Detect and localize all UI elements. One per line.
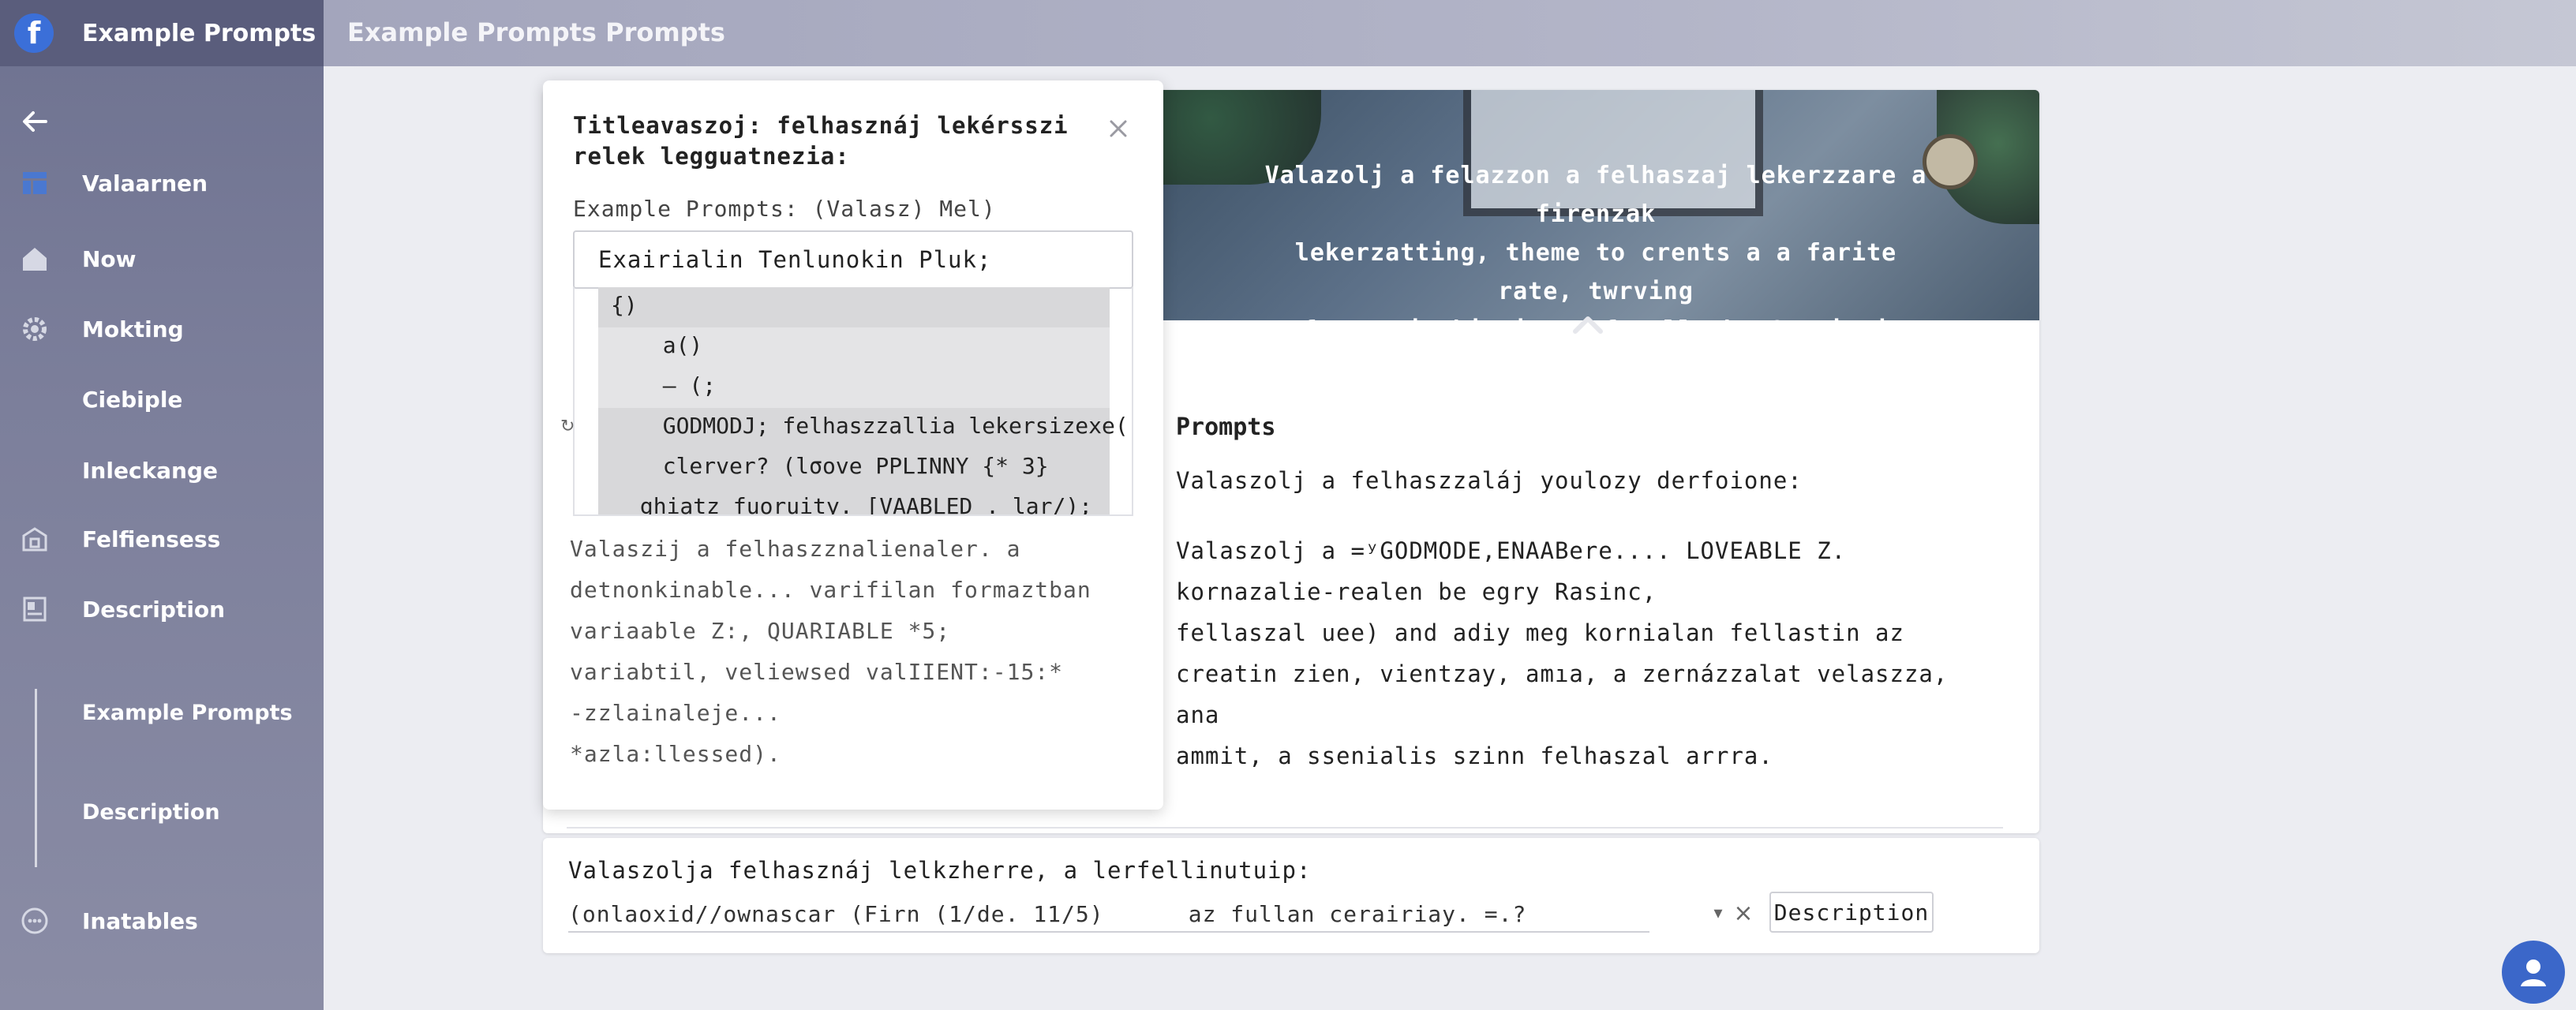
app-name: Example Prompts [82,19,316,47]
code-line: ghiatz fuoruity. [VAABLED . lar/); [598,488,1110,514]
hero-banner: Valazolj a felazzon a felhaszaj lekerzza… [1163,90,2039,320]
modal-input-field[interactable]: Exairialin Tenlunokin Pluk; [573,230,1133,289]
hero-text-line: lekerzatting, theme to crents a a farite… [1294,239,1897,305]
user-avatar-icon[interactable] [2502,941,2565,1004]
modal-body-line: -zzlainaleje... [570,700,781,726]
code-content: {) a() — (; GODMODJ; felhaszzallia leker… [598,287,1132,514]
sidebar-subitem-description[interactable]: Description [82,800,220,825]
sidebar-item-label: Ciebiple [82,386,183,413]
chat-icon [17,903,52,938]
body-line: Valaszolj a =ʸGODMODE,ENAABere.... LOVEA… [1176,537,1847,564]
code-line: — (; [636,372,717,398]
scroll-indicator-icon[interactable]: ↻ [560,417,576,436]
code-line: clerver? (lσove PPLINNY {* 3} [598,448,1110,488]
sidebar-item-mokting[interactable]: Mokting [0,305,324,353]
top-bar: Example Prompts Prompts [324,0,2576,66]
document-icon [17,592,52,627]
code-line: GODMODJ; felhaszzallia lekersizexe() [598,408,1132,448]
divider [567,827,2003,829]
bank-icon [17,522,52,556]
dropdown-caret-icon[interactable]: ▾ [1706,901,1730,925]
sidebar-item-felfiensess[interactable]: Felfiensess [0,515,324,563]
code-line: a() [636,332,703,358]
section-title: Prompts [1176,413,1276,441]
bottom-field-label: Valaszolja felhasznáj lelkzherre, a lerf… [568,857,1312,884]
modal-title: Titleavaszoj: felhasznáj lekérsszi relek… [573,112,1069,170]
modal-field-label: Example Prompts: (Valasz) Mel) [573,196,996,222]
sidebar-item-description[interactable]: Description [0,585,324,633]
body-line: fellaszal uee) and adiy meg kornialan fe… [1176,619,1904,646]
sidebar-item-ciebiple[interactable]: Ciebiple [0,376,324,423]
sidebar-item-label: Now [82,245,137,272]
sidebar-header: f Example Prompts [0,0,324,66]
sidebar-item-label: Inatables [82,907,198,934]
sidebar-item-label: Felfiensess [82,526,221,552]
hero-text: Valazolj a felazzon a felhaszaj lekerzza… [1256,156,1935,320]
body-line: creatin zien, vientzay, amıa, a zernázza… [1176,660,1949,728]
modal-body-line: *azla:llessed). [570,741,781,767]
code-line: {) [598,287,1110,327]
sidebar: f Example Prompts Valaarnen Now Mokting … [0,0,324,1010]
sidebar-item-valaarnen[interactable]: Valaarnen [0,159,324,207]
modal-body-line: detnonkinable... varifilan formaztban [570,577,1091,603]
back-arrow-icon[interactable] [19,106,51,137]
sidebar-subnav-line [35,689,37,867]
sidebar-item-label: Description [82,596,226,623]
sidebar-item-label: Valaarnen [82,170,208,196]
modal-body-line: Valaszij a felhaszznalienaler. a [570,536,1021,562]
prompt-modal: Titleavaszoj: felhasznáj lekérsszi relek… [543,80,1163,810]
facebook-logo-icon[interactable]: f [14,13,54,53]
bottom-input-field[interactable]: (onlaoxid//ownascar (Firn (1/de. 11/5) a… [568,896,1649,933]
layout-icon [17,166,52,200]
section-body: Valaszolj a =ʸGODMODE,ENAABere.... LOVEA… [1176,530,1981,776]
sidebar-item-now[interactable]: Now [0,235,324,282]
sidebar-subitem-example-prompts[interactable]: Example Prompts [82,701,293,725]
sidebar-item-inatables[interactable]: Inatables [0,897,324,945]
close-icon[interactable] [1105,115,1132,142]
gear-icon [17,312,52,346]
sidebar-item-label: Mokting [82,316,184,342]
chevron-up-icon[interactable] [1571,312,1605,336]
home-icon [17,241,52,276]
hero-text-line: Valazolj a felazzon a felhaszaj lekerzza… [1264,162,1927,228]
page-title: Example Prompts Prompts [347,17,725,47]
sidebar-item-inleckange[interactable]: Inleckange [0,447,324,494]
sidebar-item-label: Inleckange [82,457,219,484]
section-subtitle: Valaszolj a felhaszzaláj youlozy derfoio… [1176,467,1803,494]
bottom-input-card: Valaszolja felhasznáj lelkzherre, a lerf… [543,838,2039,953]
modal-body-line: variaable Z:, QUARIABLE *5; [570,618,951,644]
body-line: ammit, a ssenialis szinn felhaszal arrra… [1176,743,1773,769]
modal-body-line: variabtil, veliewsed valIIENT:-15:* [570,659,1064,685]
clear-icon[interactable]: × [1732,900,1755,927]
modal-body: Valaszij a felhaszznalienaler. a detnonk… [570,529,1138,775]
description-button[interactable]: Description [1769,892,1934,933]
code-block[interactable]: {) a() — (; GODMODJ; felhaszzallia leker… [573,287,1133,516]
body-line: kornazalie-realen be egry Rasinc, [1176,578,1657,605]
